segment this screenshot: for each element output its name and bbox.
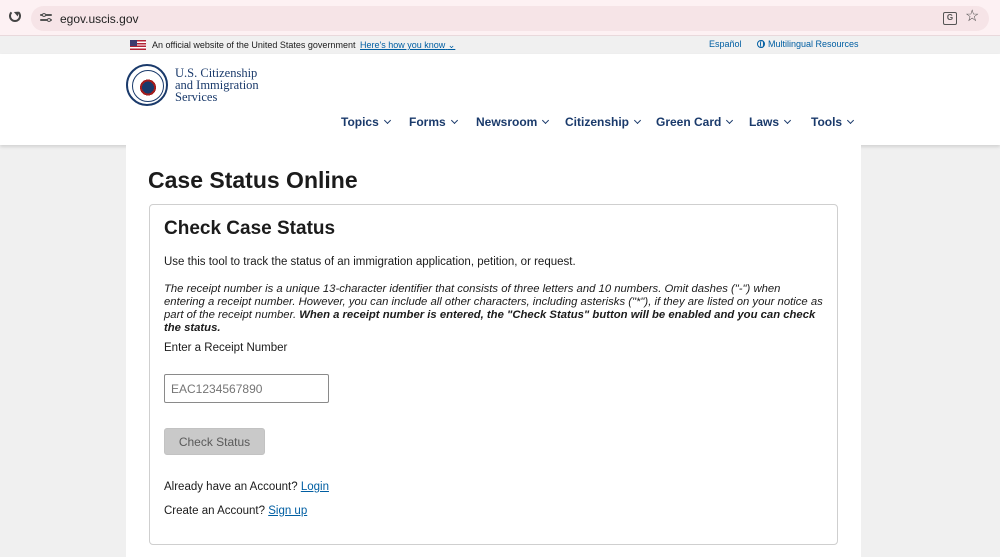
signup-link[interactable]: Sign up <box>268 505 307 517</box>
login-link[interactable]: Login <box>301 481 329 493</box>
chevron-down-icon <box>450 116 458 125</box>
logo-line: Services <box>175 90 218 104</box>
receipt-number-label: Enter a Receipt Number <box>164 342 288 354</box>
chevron-down-icon: ⌄ <box>447 40 456 50</box>
chevron-down-icon <box>847 116 855 125</box>
chevron-down-icon <box>383 116 391 125</box>
receipt-number-instructions: The receipt number is a unique 13-charac… <box>164 283 823 334</box>
translate-icon[interactable]: G <box>943 12 957 25</box>
us-flag-icon <box>130 40 146 50</box>
how-you-know-link[interactable]: Here's how you know ⌄ <box>360 40 455 51</box>
nav-laws[interactable]: Laws <box>749 115 792 129</box>
reload-icon[interactable] <box>9 10 21 22</box>
nav-forms[interactable]: Forms <box>409 115 458 129</box>
chevron-down-icon <box>726 116 734 125</box>
login-prompt: Already have an Account? Login <box>164 481 329 493</box>
nav-topics[interactable]: Topics <box>341 115 391 129</box>
official-website-text: An official website of the United States… <box>152 40 356 50</box>
uscis-logo-text[interactable]: U.S. Citizenship and Immigration Service… <box>175 67 259 104</box>
address-bar-url[interactable]: egov.uscis.gov <box>60 12 139 26</box>
star-icon[interactable]: ☆ <box>965 9 979 25</box>
nav-tools[interactable]: Tools <box>811 115 855 129</box>
multilingual-resources-link[interactable]: Multilingual Resources <box>768 39 859 49</box>
address-bar[interactable] <box>31 6 989 31</box>
nav-citizenship[interactable]: Citizenship <box>565 115 642 129</box>
signup-prompt: Create an Account? Sign up <box>164 505 308 517</box>
receipt-number-input[interactable] <box>164 374 329 403</box>
espanol-link[interactable]: Español <box>709 39 742 49</box>
site-info-icon[interactable] <box>40 12 52 23</box>
nav-green-card[interactable]: Green Card <box>656 115 734 129</box>
nav-newsroom[interactable]: Newsroom <box>476 115 550 129</box>
intro-text: Use this tool to track the status of an … <box>164 256 576 268</box>
dhs-seal-icon[interactable] <box>126 64 168 106</box>
page-title: Case Status Online <box>148 167 358 193</box>
chevron-down-icon <box>542 116 550 125</box>
card-title: Check Case Status <box>164 218 336 239</box>
globe-icon <box>757 40 765 48</box>
chevron-down-icon <box>633 116 642 125</box>
check-status-button[interactable]: Check Status <box>164 428 265 455</box>
chevron-down-icon <box>783 116 792 125</box>
